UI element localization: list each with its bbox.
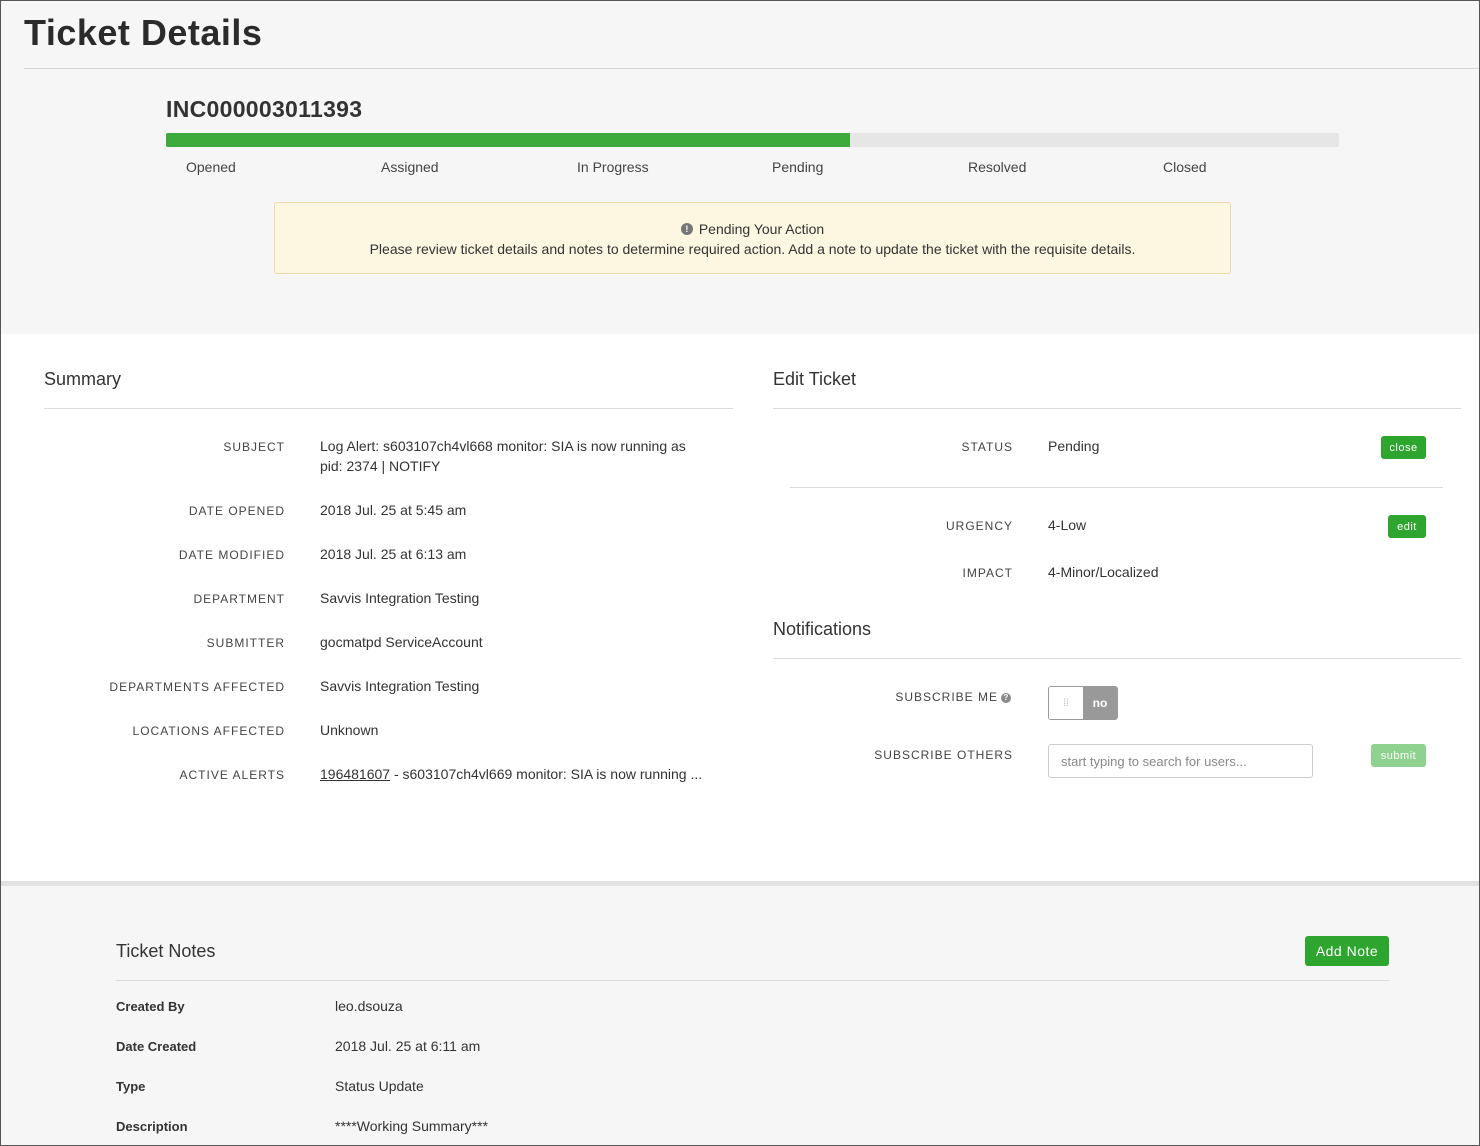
active-alerts-value: 196481607 - s603107ch4vl669 monitor: SIA… xyxy=(320,764,702,784)
description-value: ****Working Summary*** xyxy=(335,1118,489,1134)
summary-divider xyxy=(44,408,733,409)
submitter-label: SUBMITTER xyxy=(206,636,285,650)
progress-bar-fill xyxy=(166,133,850,147)
subscribe-others-label: SUBSCRIBE OTHERS xyxy=(874,748,1013,762)
toggle-knob-icon: ⁞⁞ xyxy=(1049,687,1083,719)
created-by-value: leo.dsouza xyxy=(335,998,403,1014)
user-search-input[interactable] xyxy=(1048,744,1313,778)
close-ticket-button[interactable]: close xyxy=(1381,436,1426,459)
notes-divider xyxy=(116,980,1389,981)
stage-assigned: Assigned xyxy=(381,159,439,175)
stage-opened: Opened xyxy=(186,159,236,175)
notifications-divider xyxy=(773,658,1461,659)
toggle-state: no xyxy=(1083,687,1117,719)
subscribe-me-label: SUBSCRIBE ME xyxy=(895,690,998,704)
header-section: Ticket Details INC000003011393 Opened As… xyxy=(0,0,1480,334)
date-opened-value: 2018 Jul. 25 at 5:45 am xyxy=(320,502,467,518)
summary-title: Summary xyxy=(44,369,122,389)
subscribe-me-toggle[interactable]: ⁞⁞ no xyxy=(1048,686,1118,720)
ticket-notes-title: Ticket Notes xyxy=(116,941,216,961)
date-created-label: Date Created xyxy=(116,1039,197,1054)
urgency-label: URGENCY xyxy=(945,519,1013,533)
title-divider xyxy=(24,68,1480,69)
alert-description: - s603107ch4vl669 monitor: SIA is now ru… xyxy=(390,766,703,782)
stage-resolved: Resolved xyxy=(968,159,1027,175)
date-modified-value: 2018 Jul. 25 at 6:13 am xyxy=(320,546,467,562)
departments-affected-label: DEPARTMENTS AFFECTED xyxy=(109,680,285,694)
created-by-label: Created By xyxy=(116,999,185,1014)
type-label: Type xyxy=(116,1079,146,1094)
alert-message: Please review ticket details and notes t… xyxy=(369,241,1136,257)
type-value: Status Update xyxy=(335,1078,424,1094)
notes-section xyxy=(0,886,1480,1146)
impact-label: IMPACT xyxy=(962,566,1013,580)
notifications-title: Notifications xyxy=(773,619,872,639)
urgency-value: 4-Low xyxy=(1048,517,1087,533)
progress-bar xyxy=(166,133,1339,147)
alert-id-link[interactable]: 196481607 xyxy=(320,766,390,782)
active-alerts-label: ACTIVE ALERTS xyxy=(179,768,285,782)
edit-ticket-title: Edit Ticket xyxy=(773,369,857,389)
impact-value: 4-Minor/Localized xyxy=(1048,564,1159,580)
stage-in-progress: In Progress xyxy=(577,159,649,175)
help-icon[interactable]: ? xyxy=(1001,693,1011,703)
edit-urgency-button[interactable]: edit xyxy=(1388,515,1426,538)
subject-value: Log Alert: s603107ch4vl668 monitor: SIA … xyxy=(320,438,686,474)
status-divider xyxy=(790,487,1443,488)
subscribe-me-label-row: SUBSCRIBE ME? xyxy=(820,690,1011,704)
stage-closed: Closed xyxy=(1163,159,1207,175)
stage-pending: Pending xyxy=(772,159,824,175)
status-value: Pending xyxy=(1048,438,1100,454)
date-opened-label: DATE OPENED xyxy=(188,504,285,518)
status-label: STATUS xyxy=(961,440,1013,454)
add-note-button[interactable]: Add Note xyxy=(1305,936,1389,966)
submitter-value: gocmatpd ServiceAccount xyxy=(320,634,483,650)
department-label: DEPARTMENT xyxy=(193,592,285,606)
locations-affected-value: Unknown xyxy=(320,722,379,738)
description-label: Description xyxy=(116,1119,188,1134)
pending-action-alert: ! Pending Your Action Please review tick… xyxy=(274,202,1231,274)
date-modified-label: DATE MODIFIED xyxy=(178,548,285,562)
locations-affected-label: LOCATIONS AFFECTED xyxy=(132,724,285,738)
departments-affected-value: Savvis Integration Testing xyxy=(320,678,480,694)
submit-button[interactable]: submit xyxy=(1371,744,1426,767)
date-created-value: 2018 Jul. 25 at 6:11 am xyxy=(335,1038,481,1054)
edit-ticket-divider xyxy=(773,408,1461,409)
info-icon: ! xyxy=(680,223,693,235)
department-value: Savvis Integration Testing xyxy=(320,590,480,606)
alert-title-row: ! Pending Your Action xyxy=(275,221,1230,237)
ticket-id: INC000003011393 xyxy=(166,96,363,122)
details-section xyxy=(0,334,1480,881)
page-title: Ticket Details xyxy=(24,12,263,53)
alert-title: Pending Your Action xyxy=(698,221,825,237)
subject-label: SUBJECT xyxy=(223,440,285,454)
